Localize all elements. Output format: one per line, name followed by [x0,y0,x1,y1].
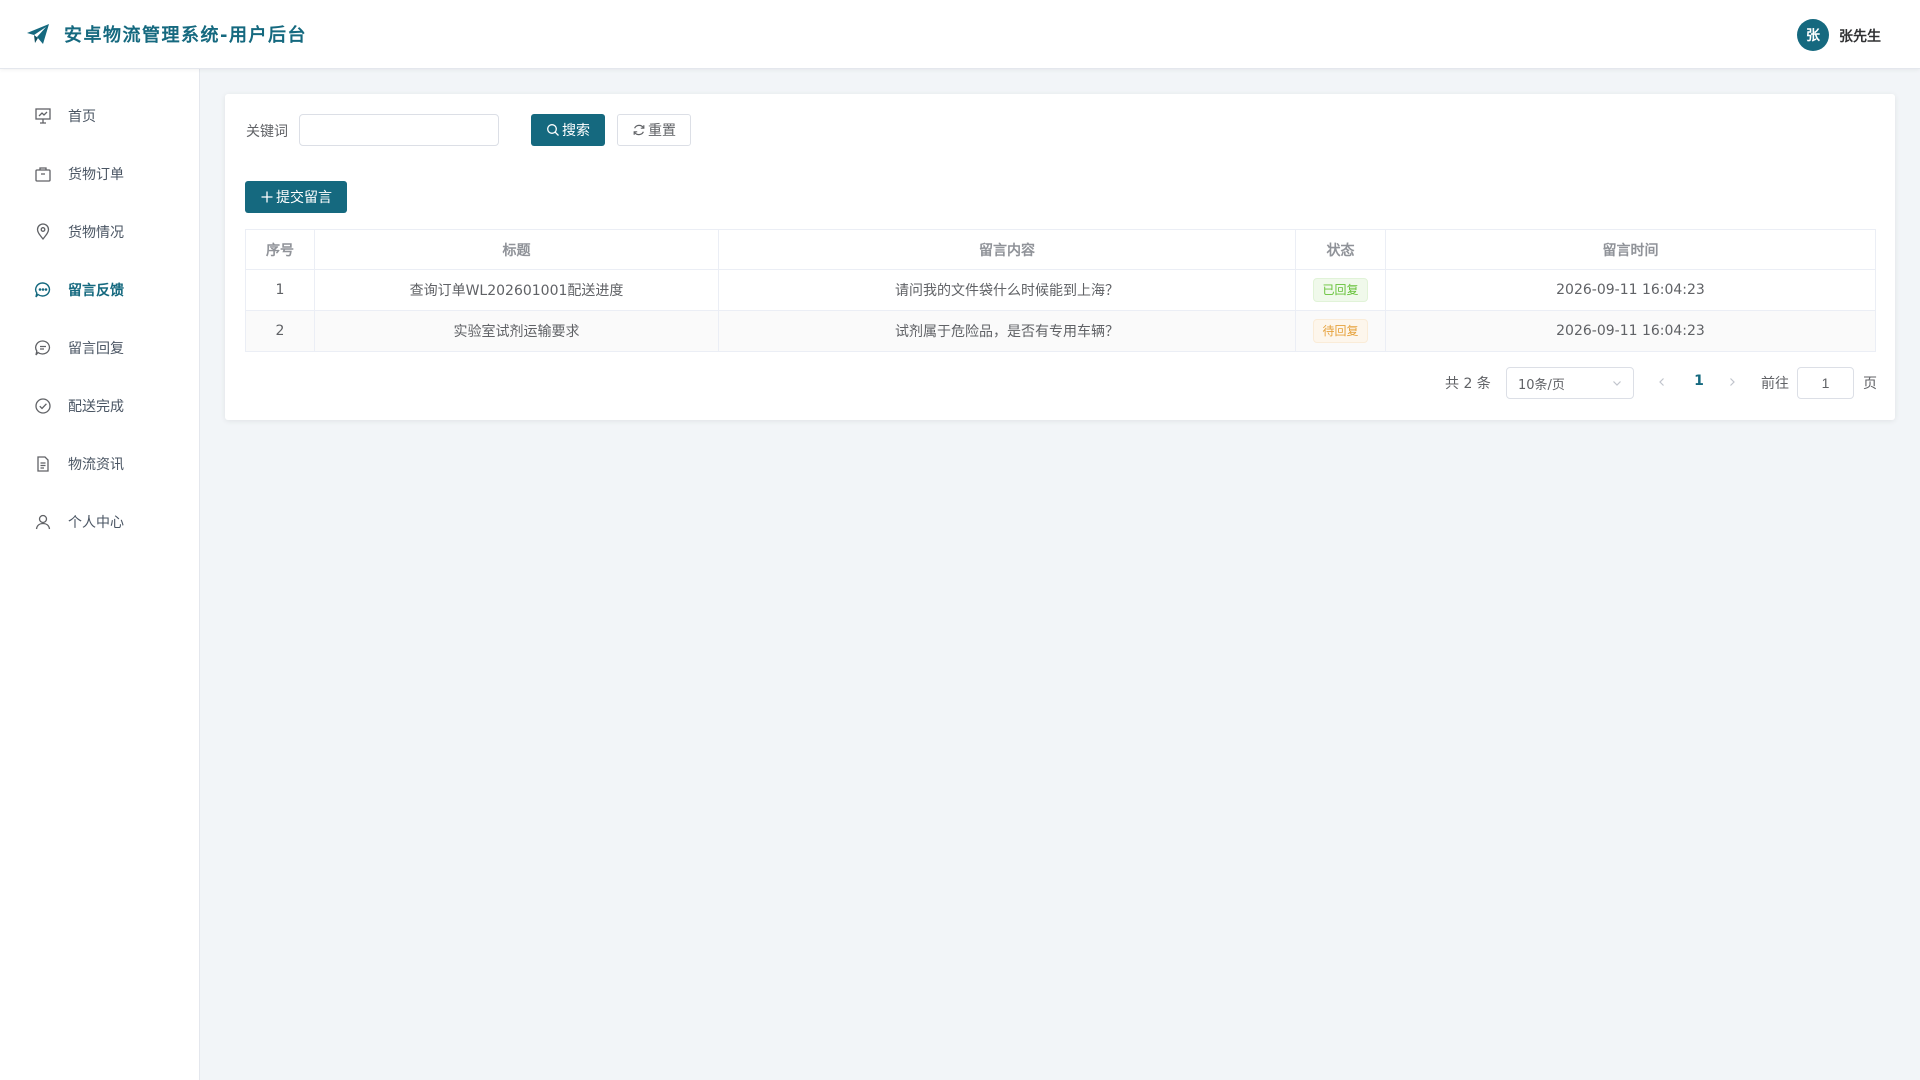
submit-message-button[interactable]: 提交留言 [245,181,347,213]
sidebar: 首页 货物订单 货物情况 留言反馈 留言回复 配送完成 物流资讯 个人中心 [0,69,200,1080]
table-row[interactable]: 1 查询订单WL202601001配送进度 请问我的文件袋什么时候能到上海？ 已… [245,269,1876,311]
sidebar-item-orders[interactable]: 货物订单 [0,150,199,198]
username[interactable]: 张先生 [1839,26,1881,46]
sidebar-item-label: 货物订单 [68,167,124,183]
cell-status: 待回复 [1295,310,1386,352]
cell-time: 2026-09-11 16:04:23 [1385,269,1876,311]
chevron-down-icon [1613,381,1621,386]
avatar[interactable]: 张 [1797,19,1829,51]
cell-content: 试剂属于危险品，是否有专用车辆？ [718,310,1296,352]
sidebar-item-news[interactable]: 物流资讯 [0,440,199,488]
app-title: 安卓物流管理系统-用户后台 [64,25,307,46]
column-header-content[interactable]: 留言内容 [718,229,1296,270]
keyword-input[interactable] [299,114,499,146]
message-table: 序号 标题 留言内容 状态 留言时间 1 查询订单WL202601001配送进度… [245,229,1876,352]
reset-button[interactable]: 重置 [617,114,691,146]
user-icon [35,514,51,530]
table-header-row: 序号 标题 留言内容 状态 留言时间 [245,229,1876,270]
chevron-left-icon[interactable] [1655,375,1669,389]
page-suffix: 页 [1863,376,1877,392]
column-header-title[interactable]: 标题 [314,229,719,270]
chat-bubble-icon [35,282,51,298]
submit-message-label: 提交留言 [276,190,332,206]
document-icon [37,456,49,472]
dashboard-icon [35,108,51,124]
sidebar-item-feedback[interactable]: 留言反馈 [0,266,199,314]
status-badge: 已回复 [1313,278,1368,302]
plus-icon [261,191,273,203]
cell-index: 2 [245,310,315,352]
page-size-select[interactable]: 10条/页 [1506,367,1634,399]
pagination-total: 共 2 条 [1445,376,1491,392]
location-pin-icon [36,223,50,241]
cell-time: 2026-09-11 16:04:23 [1385,310,1876,352]
table-row[interactable]: 2 实验室试剂运输要求 试剂属于危险品，是否有专用车辆？ 待回复 2026-09… [245,310,1876,352]
goto-label: 前往 [1761,376,1789,392]
top-header: 安卓物流管理系统-用户后台 张 张先生 [0,0,1920,69]
search-button[interactable]: 搜索 [531,114,605,146]
sidebar-item-label: 货物情况 [68,225,124,241]
page-size-value: 10条/页 [1518,377,1565,393]
refresh-icon [633,124,645,136]
cell-content: 请问我的文件袋什么时候能到上海？ [718,269,1296,311]
column-header-time[interactable]: 留言时间 [1385,229,1876,270]
cell-status: 已回复 [1295,269,1386,311]
keyword-label: 关键词 [246,124,288,140]
sidebar-item-label: 配送完成 [68,399,124,415]
status-badge: 待回复 [1313,319,1368,343]
page-number-current[interactable]: 1 [1685,373,1713,389]
cell-title: 实验室试剂运输要求 [314,310,719,352]
chevron-right-icon[interactable] [1725,375,1739,389]
reset-button-label: 重置 [648,123,676,139]
content-card: 关键词 搜索 重置 提交留言 序号 标题 留言内容 状态 留言时间 1 查询订单… [225,94,1895,420]
sidebar-item-profile[interactable]: 个人中心 [0,498,199,546]
search-button-label: 搜索 [562,123,590,139]
cell-index: 1 [245,269,315,311]
package-icon [35,167,51,182]
sidebar-item-status[interactable]: 货物情况 [0,208,199,256]
goto-page-input[interactable] [1797,367,1854,399]
pagination: 共 2 条 10条/页 1 前往 页 [225,367,1895,399]
sidebar-item-label: 留言反馈 [68,283,124,299]
search-icon [547,124,559,136]
sidebar-item-label: 首页 [68,109,96,125]
paper-plane-icon [27,24,49,44]
sidebar-item-label: 物流资讯 [68,457,124,473]
sidebar-item-home[interactable]: 首页 [0,92,199,140]
reply-bubble-icon [35,340,51,356]
sidebar-item-label: 留言回复 [68,341,124,357]
sidebar-item-delivered[interactable]: 配送完成 [0,382,199,430]
column-header-index[interactable]: 序号 [245,229,315,270]
sidebar-item-label: 个人中心 [68,515,124,531]
check-circle-icon [35,398,51,414]
cell-title: 查询订单WL202601001配送进度 [314,269,719,311]
column-header-status[interactable]: 状态 [1295,229,1386,270]
sidebar-item-replies[interactable]: 留言回复 [0,324,199,372]
